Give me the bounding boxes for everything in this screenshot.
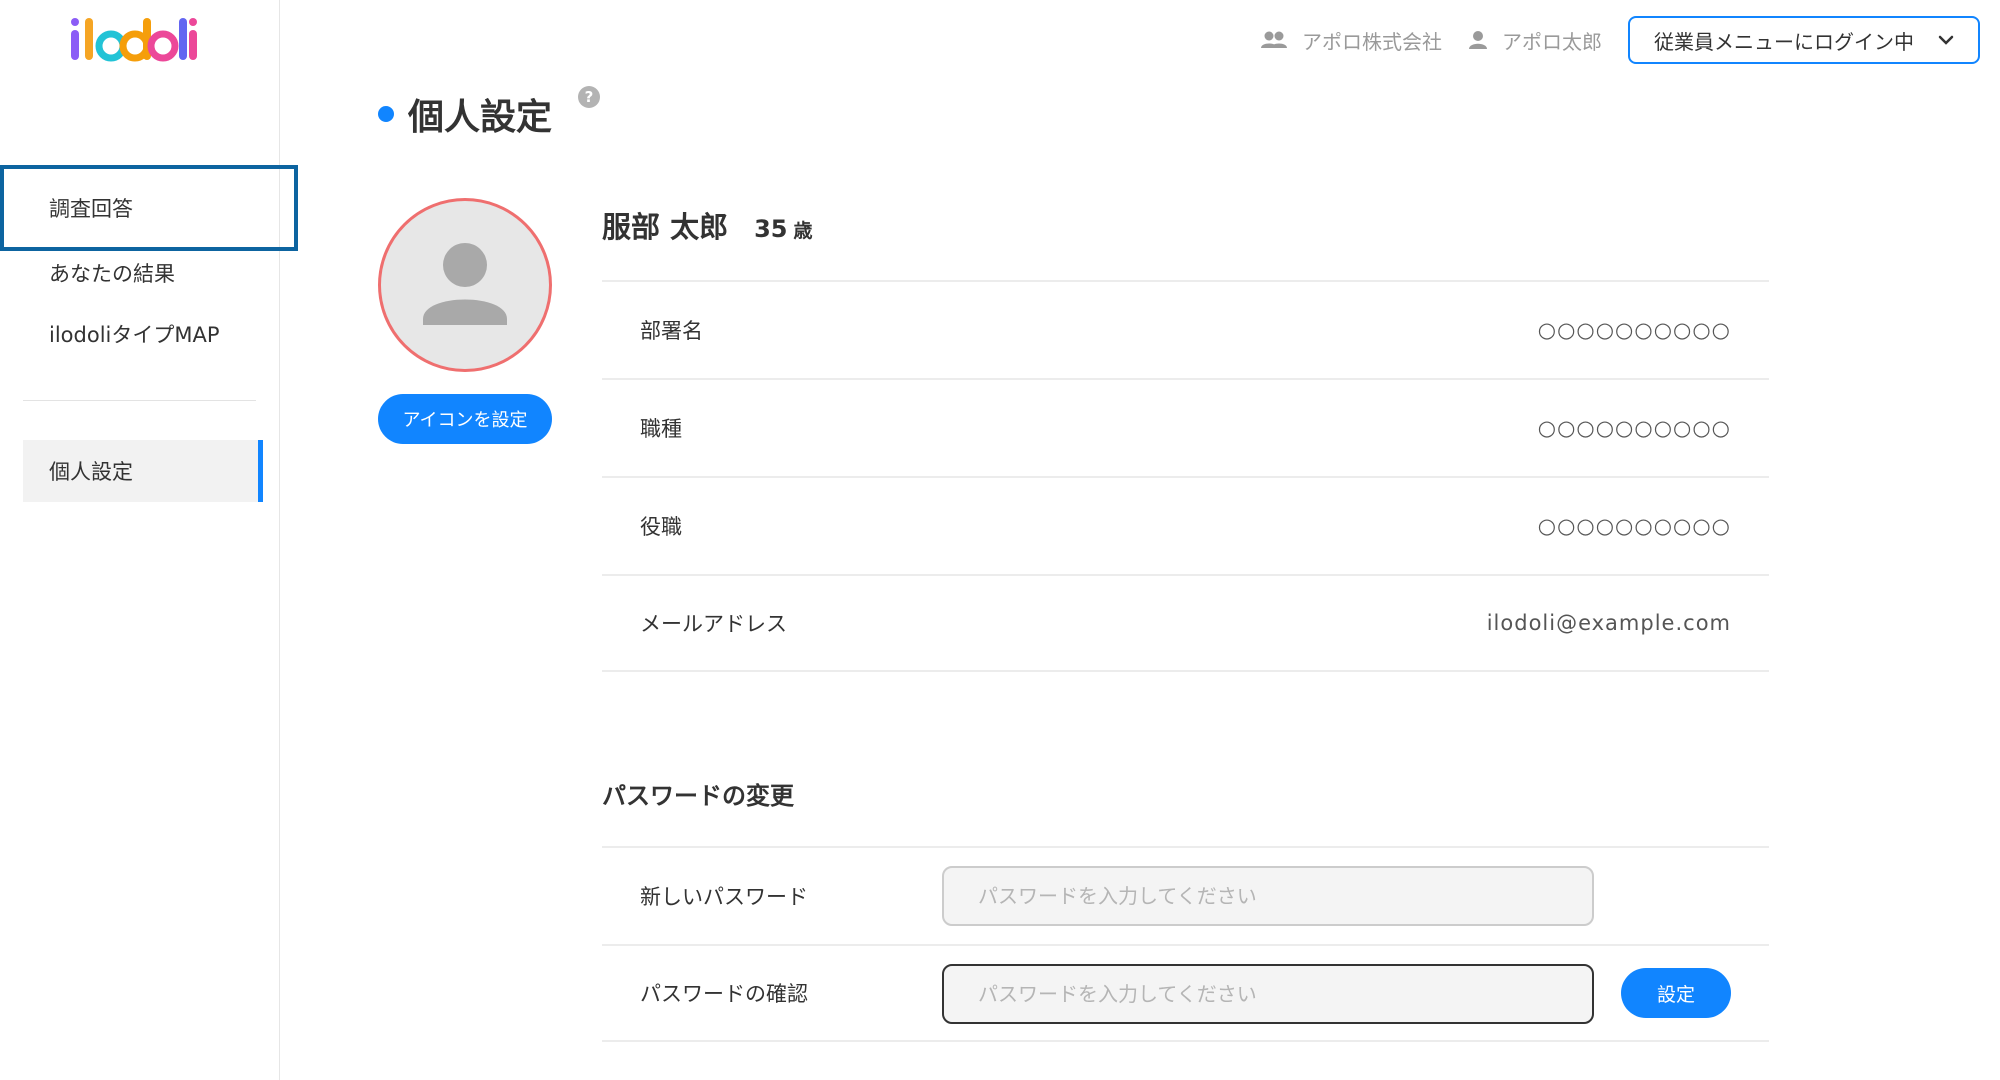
- table-row: メールアドレス ilodoli@example.com: [602, 574, 1769, 672]
- sidebar-item-survey[interactable]: 調査回答: [0, 165, 298, 251]
- sidebar-divider: [23, 400, 256, 401]
- confirm-password-input[interactable]: [942, 964, 1594, 1024]
- profile-info-table: 部署名 ○○○○○○○○○○ 職種 ○○○○○○○○○○ 役職 ○○○○○○○○…: [602, 280, 1769, 672]
- ilodoli-logo[interactable]: [67, 14, 199, 66]
- profile-age: 35: [754, 215, 788, 243]
- row-label: 職種: [640, 417, 682, 441]
- set-icon-button[interactable]: アイコンを設定: [378, 394, 552, 444]
- new-password-input[interactable]: [942, 866, 1594, 926]
- profile-age-unit: 歳: [793, 220, 813, 242]
- row-label: 部署名: [640, 319, 703, 343]
- profile-name: 服部 太郎: [602, 210, 729, 244]
- company-name: アポロ株式会社: [1302, 29, 1442, 54]
- row-value: ○○○○○○○○○○: [1537, 416, 1731, 440]
- person-icon: [1469, 31, 1487, 49]
- row-value: ilodoli@example.com: [1486, 611, 1731, 635]
- confirm-password-label: パスワードの確認: [640, 982, 808, 1006]
- set-password-button[interactable]: 設定: [1621, 968, 1731, 1018]
- table-row: 役職 ○○○○○○○○○○: [602, 476, 1769, 574]
- sidebar-item-label: あなたの結果: [49, 262, 175, 286]
- user-info: アポロ太郎: [1468, 26, 1602, 55]
- row-label: メールアドレス: [640, 612, 787, 636]
- table-row: 新しいパスワード: [602, 846, 1769, 944]
- login-menu-label: 従業員メニューにログイン中: [1654, 29, 1914, 54]
- chevron-down-icon: [1938, 35, 1954, 45]
- row-value: ○○○○○○○○○○: [1537, 318, 1731, 342]
- company-info: アポロ株式会社: [1260, 26, 1442, 55]
- table-row: パスワードの確認 設定: [602, 944, 1769, 1042]
- table-row: 職種 ○○○○○○○○○○: [602, 378, 1769, 476]
- profile-header: 服部 太郎 35 歳: [602, 204, 813, 246]
- row-label: 役職: [640, 515, 682, 539]
- title-bullet-icon: [378, 106, 394, 122]
- login-menu-dropdown[interactable]: 従業員メニューにログイン中: [1628, 16, 1980, 64]
- sidebar-item-label: 個人設定: [49, 460, 133, 484]
- sidebar: 調査回答 あなたの結果 ilodoliタイプMAP 個人設定: [0, 0, 298, 1080]
- help-icon[interactable]: ?: [578, 86, 600, 108]
- default-avatar-icon: [423, 243, 507, 325]
- page-title: 個人設定: [378, 88, 552, 140]
- password-form: 新しいパスワード パスワードの確認 設定: [602, 846, 1769, 1042]
- new-password-label: 新しいパスワード: [640, 885, 808, 909]
- sidebar-item-settings[interactable]: 個人設定: [23, 440, 263, 502]
- password-heading: パスワードの変更: [602, 782, 794, 810]
- header: アポロ株式会社 アポロ太郎 従業員メニューにログイン中: [1260, 16, 1980, 64]
- sidebar-item-results[interactable]: あなたの結果: [23, 242, 263, 304]
- table-row: 部署名 ○○○○○○○○○○: [602, 280, 1769, 378]
- sidebar-item-label: 調査回答: [49, 197, 133, 221]
- sidebar-item-label: ilodoliタイプMAP: [49, 323, 220, 347]
- group-icon: [1261, 31, 1287, 48]
- sidebar-item-type-map[interactable]: ilodoliタイプMAP: [23, 303, 263, 365]
- user-name: アポロ太郎: [1502, 29, 1602, 54]
- row-value: ○○○○○○○○○○: [1537, 514, 1731, 538]
- avatar: [378, 198, 552, 372]
- page-title-text: 個人設定: [408, 97, 553, 138]
